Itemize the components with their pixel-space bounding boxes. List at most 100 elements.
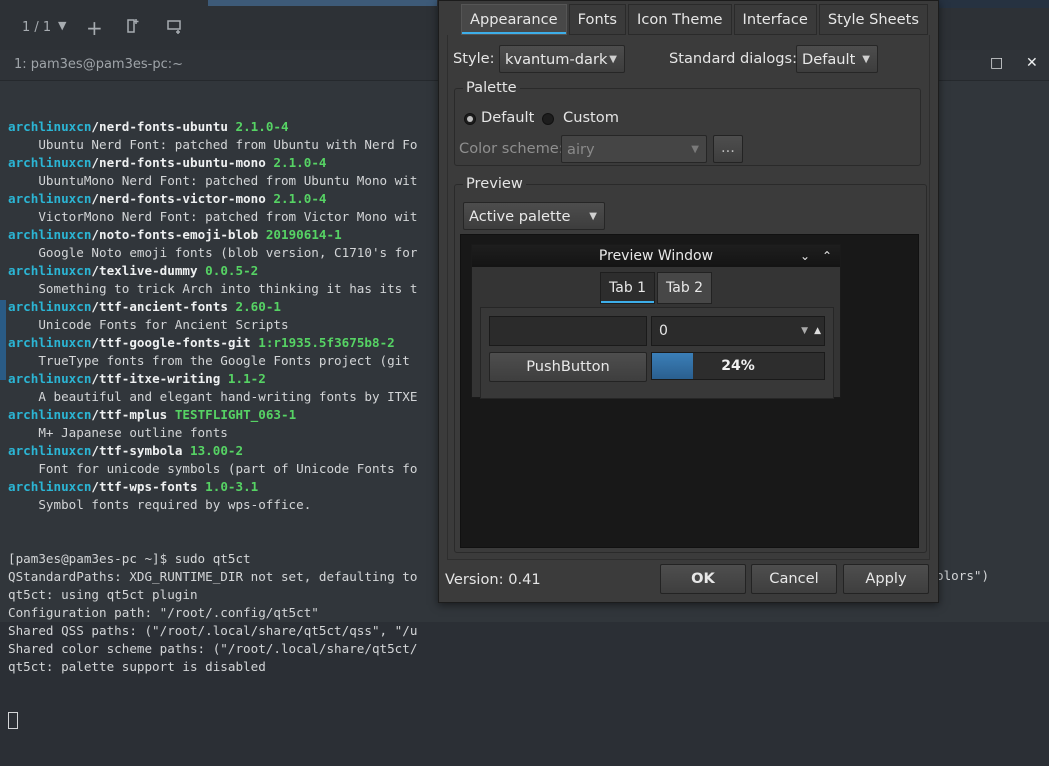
package-version: 20190614-1 [265,227,342,242]
package-name: ttf-mplus [99,407,168,422]
output-line: Configuration path: "/root/.config/qt5ct… [8,605,319,620]
style-label: Style: [453,50,495,67]
preview-tab-content: 0 ▼ ▲ PushButton 24% [480,307,834,399]
preview-window: Preview Window ⌄ ⌃ Tab 1 Tab 2 0 ▼ ▲ Pus… [471,244,841,399]
preview-group-title: Preview [463,175,526,192]
standard-dialogs-select[interactable]: Default ▼ [796,45,878,73]
package-repo: archlinuxcn [8,155,92,170]
package-name: nerd-fonts-ubuntu-mono [99,155,266,170]
tab-style-sheets[interactable]: Style Sheets [818,4,928,35]
package-version: 2.1.0-4 [273,155,327,170]
package-version: 1.1-2 [227,371,266,386]
preview-progress-bar: 24% [651,352,825,380]
ok-button[interactable]: OK [660,564,746,594]
new-tab-icon[interactable]: + [86,16,103,40]
output-line: Shared color scheme paths: ("/root/.loca… [8,641,418,656]
custom-palette-label[interactable]: Custom [563,108,619,128]
progress-text: 24% [721,358,755,374]
default-palette-radio[interactable] [464,113,476,125]
restore-window-icon[interactable]: □ [990,55,1003,71]
terminal-text-fragment: olors") [936,568,990,583]
package-repo: archlinuxcn [8,299,92,314]
package-slash: / [91,335,99,350]
settings-tab-bar: Appearance Fonts Icon Theme Interface St… [461,4,930,35]
package-repo: archlinuxcn [8,191,92,206]
package-version: 2.60-1 [235,299,282,314]
appearance-panel: Style: kvantum-dark ▼ Standard dialogs: … [447,35,930,560]
package-name: ttf-google-fonts-git [99,335,251,350]
preview-window-title: Preview Window [598,248,714,264]
style-select-value: kvantum-dark [505,51,608,68]
split-view-icon[interactable] [167,19,183,38]
package-slash: / [91,371,99,386]
package-version: TESTFLIGHT_063-1 [174,407,297,422]
version-label: Version: 0.41 [445,571,541,588]
package-repo: archlinuxcn [8,479,92,494]
spin-up-icon[interactable]: ▲ [814,317,821,345]
preview-tab-2[interactable]: Tab 2 [657,272,713,304]
chevron-down-icon[interactable]: ▼ [58,19,66,32]
palette-group: Palette Default Custom Color scheme: air… [454,79,921,166]
package-version: 2.1.0-4 [273,191,327,206]
terminal-tab-title[interactable]: 1: pam3es@pam3es-pc:~ [14,57,183,72]
output-line: Shared QSS paths: ("/root/.local/share/q… [8,623,418,638]
package-repo: archlinuxcn [8,263,92,278]
package-version: 13.00-2 [190,443,244,458]
close-window-icon[interactable]: ✕ [1026,55,1038,71]
style-select[interactable]: kvantum-dark ▼ [499,45,625,73]
preview-line-edit[interactable] [489,316,647,346]
tab-appearance[interactable]: Appearance [461,4,567,35]
package-slash: / [91,479,99,494]
tab-interface[interactable]: Interface [733,4,817,35]
package-name: nerd-fonts-ubuntu [99,119,228,134]
package-repo: archlinuxcn [8,335,92,350]
tab-fonts[interactable]: Fonts [568,4,627,35]
chevron-up-icon[interactable]: ⌃ [822,245,832,267]
default-palette-label[interactable]: Default [481,108,534,128]
preview-spin-value: 0 [659,323,668,339]
package-space [258,227,266,242]
package-space [220,371,228,386]
package-space [228,299,236,314]
active-palette-select[interactable]: Active palette ▼ [463,202,605,230]
tab-counter: 1 / 1 [22,20,52,35]
package-slash: / [91,119,99,134]
package-name: ttf-ancient-fonts [99,299,228,314]
new-window-icon[interactable] [126,18,140,38]
standard-dialogs-value: Default [802,51,856,68]
preview-push-button[interactable]: PushButton [489,352,647,382]
package-name: nerd-fonts-victor-mono [99,191,266,206]
browse-color-scheme-button[interactable]: ... [713,135,743,163]
chevron-down-icon[interactable]: ⌄ [800,245,810,267]
custom-palette-radio[interactable] [542,113,554,125]
package-repo: archlinuxcn [8,443,92,458]
preview-tab-1[interactable]: Tab 1 [600,272,656,304]
package-repo: archlinuxcn [8,371,92,386]
package-space [182,443,190,458]
package-slash: / [91,191,99,206]
active-palette-value: Active palette [469,208,571,225]
active-window-indicator [208,0,437,6]
color-scheme-select[interactable]: airy ▼ [561,135,707,163]
desktop-edge-strip [0,300,6,380]
package-space [228,119,236,134]
apply-button[interactable]: Apply [843,564,929,594]
chevron-down-icon: ▼ [862,54,870,65]
cancel-button[interactable]: Cancel [751,564,837,594]
package-name: ttf-wps-fonts [99,479,198,494]
palette-group-title: Palette [463,79,520,96]
package-name: ttf-symbola [99,443,183,458]
package-version: 1.0-3.1 [205,479,259,494]
color-scheme-value: airy [567,141,595,158]
top-panel-strip [937,0,1049,8]
preview-group: Preview Active palette ▼ Preview Window … [454,175,927,553]
package-version: 2.1.0-4 [235,119,289,134]
package-repo: archlinuxcn [8,227,92,242]
preview-canvas: Preview Window ⌄ ⌃ Tab 1 Tab 2 0 ▼ ▲ Pus… [460,234,919,548]
package-name: noto-fonts-emoji-blob [99,227,259,242]
spin-down-icon[interactable]: ▼ [801,317,808,345]
tab-icon-theme[interactable]: Icon Theme [628,4,732,35]
package-slash: / [91,227,99,242]
preview-spin-box[interactable]: 0 ▼ ▲ [651,316,825,346]
package-name: ttf-itxe-writing [99,371,221,386]
